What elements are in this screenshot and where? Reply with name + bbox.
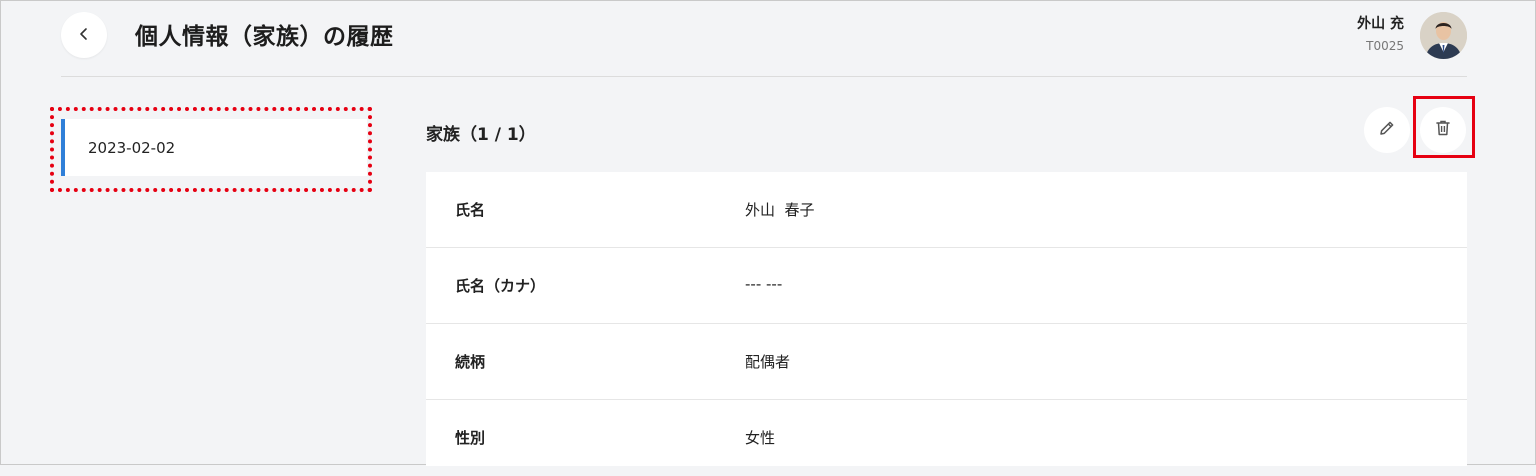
detail-card: 氏名 外山 春子 氏名（カナ） --- --- 続柄 配偶者 性別 女性 xyxy=(426,172,1467,466)
section-title: 家族（1 / 1） xyxy=(426,125,536,145)
row-value: 外山 春子 xyxy=(745,201,815,219)
chevron-left-icon xyxy=(77,26,91,45)
edit-button[interactable] xyxy=(1364,107,1410,153)
avatar[interactable] xyxy=(1420,12,1467,59)
detail-row-relationship: 続柄 配偶者 xyxy=(426,324,1467,400)
row-value: 配偶者 xyxy=(745,353,791,371)
pencil-icon xyxy=(1377,118,1397,142)
user-id: T0025 xyxy=(1366,39,1404,53)
row-label: 続柄 xyxy=(455,353,486,371)
page-title: 個人情報（家族）の履歴 xyxy=(135,24,394,50)
delete-highlight-frame xyxy=(1413,96,1475,158)
user-name: 外山 充 xyxy=(1357,16,1404,32)
row-label: 性別 xyxy=(455,429,486,447)
history-highlight-frame xyxy=(50,107,372,192)
row-value: --- --- xyxy=(745,275,783,293)
row-value: 女性 xyxy=(745,429,776,447)
detail-row-name: 氏名 外山 春子 xyxy=(426,172,1467,248)
detail-row-kana: 氏名（カナ） --- --- xyxy=(426,248,1467,324)
back-button[interactable] xyxy=(61,12,107,58)
header-divider xyxy=(61,76,1467,77)
row-label: 氏名 xyxy=(455,201,486,219)
row-label: 氏名（カナ） xyxy=(455,277,546,295)
